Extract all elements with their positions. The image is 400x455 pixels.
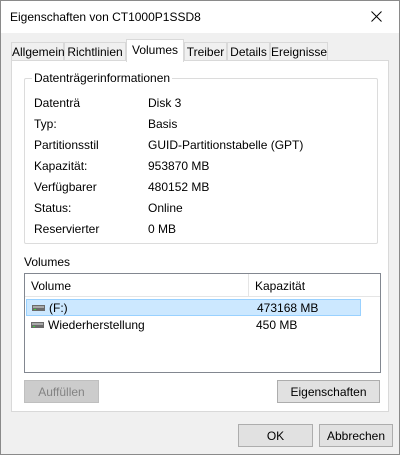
tab-details[interactable]: Details: [227, 42, 270, 61]
tab-label: Ereignisse: [271, 45, 328, 59]
properties-dialog: Eigenschaften von CT1000P1SSD8 Allgemein…: [0, 0, 400, 455]
column-header-volume[interactable]: Volume: [25, 274, 249, 297]
tab-label: Allgemein: [12, 45, 65, 59]
ok-button-label: OK: [266, 428, 285, 443]
tab-panel-volumes: Datenträgerinformationen Datenträ Disk 3…: [11, 60, 389, 412]
info-label: Partitionsstil: [34, 138, 99, 152]
volume-row-f[interactable]: (F:) 473168 MB: [26, 299, 361, 316]
column-header-capacity[interactable]: Kapazität: [249, 274, 380, 297]
column-header-label: Kapazität: [255, 279, 306, 293]
disk-info-group: Datenträgerinformationen Datenträ Disk 3…: [24, 71, 378, 244]
volume-cell: Wiederherstellung: [31, 318, 145, 332]
populate-button-label: Auffüllen: [38, 384, 85, 399]
info-value: 953870 MB: [148, 159, 210, 173]
tab-label: Details: [230, 45, 267, 59]
volumes-list-header: Volume Kapazität: [25, 274, 380, 297]
properties-button[interactable]: Eigenschaften: [277, 380, 380, 403]
info-value: GUID-Partitionstabelle (GPT): [148, 138, 304, 152]
tab-richtlinien[interactable]: Richtlinien: [64, 42, 126, 61]
tab-treiber[interactable]: Treiber: [184, 42, 227, 61]
title-bar: Eigenschaften von CT1000P1SSD8: [1, 1, 399, 33]
tab-label: Richtlinien: [67, 45, 123, 59]
populate-button[interactable]: Auffüllen: [24, 380, 99, 403]
info-value: 480152 MB: [148, 180, 210, 194]
cancel-button-label: Abbrechen: [326, 428, 386, 443]
column-header-label: Volume: [31, 279, 72, 293]
close-icon: [371, 11, 382, 22]
disk-info-group-title: Datenträgerinformationen: [32, 71, 173, 85]
volume-name: (F:): [49, 301, 68, 315]
info-value: Disk 3: [148, 96, 182, 110]
tab-volumes[interactable]: Volumes: [126, 39, 184, 62]
tab-label: Treiber: [186, 45, 225, 59]
info-value: Online: [148, 201, 183, 215]
drive-icon: [32, 305, 45, 311]
info-value: 0 MB: [148, 222, 177, 236]
tab-ereignisse[interactable]: Ereignisse: [270, 42, 328, 61]
info-label: Verfügbarer: [34, 180, 97, 194]
volume-cell: (F:): [32, 301, 68, 315]
info-label: Typ:: [34, 117, 57, 131]
info-label: Datenträ: [34, 96, 81, 110]
info-label: Status:: [34, 201, 72, 215]
volumes-list[interactable]: Volume Kapazität (F:) 473168 MB Wiederhe…: [24, 273, 381, 373]
ok-button[interactable]: OK: [238, 424, 313, 447]
volumes-label: Volumes: [24, 255, 71, 269]
drive-icon: [31, 322, 44, 328]
close-button[interactable]: [354, 1, 399, 32]
window-title: Eigenschaften von CT1000P1SSD8: [10, 10, 201, 24]
cancel-button[interactable]: Abbrechen: [319, 424, 393, 447]
tab-label: Volumes: [131, 43, 179, 57]
tab-allgemein[interactable]: Allgemein: [11, 42, 65, 61]
volume-row-recovery[interactable]: Wiederherstellung 450 MB: [26, 317, 361, 334]
volume-name: Wiederherstellung: [48, 318, 145, 332]
info-value: Basis: [148, 117, 178, 131]
volume-capacity: 450 MB: [256, 318, 298, 332]
info-label: Kapazität:: [34, 159, 88, 173]
info-label: Reservierter: [34, 222, 100, 236]
properties-button-label: Eigenschaften: [290, 384, 367, 399]
volume-capacity: 473168 MB: [257, 301, 319, 315]
